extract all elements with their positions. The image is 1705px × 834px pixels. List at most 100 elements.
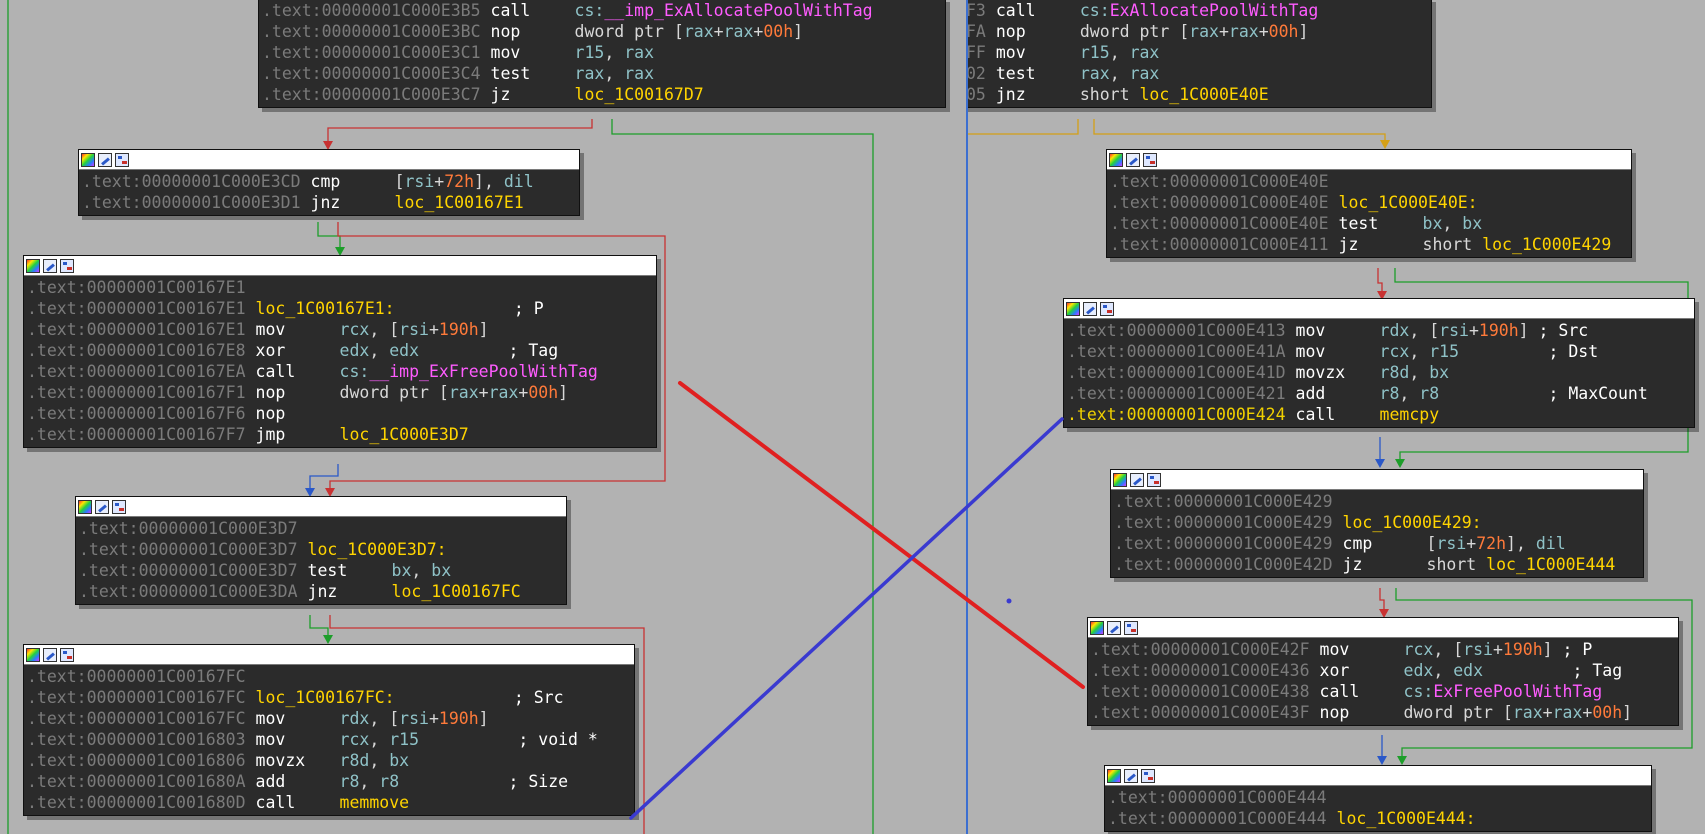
edit-block-icon[interactable]: [98, 152, 112, 167]
code-line[interactable]: .text:00000001C000E40E test bx, bx: [1110, 213, 1628, 234]
operand-token: , [: [369, 320, 400, 339]
code-line[interactable]: .text:00000001C000E3D7 test bx, bx: [79, 560, 563, 581]
graph-view-icon[interactable]: [115, 152, 129, 167]
code-line[interactable]: .text:00000001C000E3B5 call cs:__imp_ExAll…: [262, 0, 942, 21]
code-block-L2[interactable]: .text:00000001C00167E1 .text:00000001C001…: [23, 255, 657, 448]
code-line[interactable]: .text:00000001C000E438 call cs:ExFreePoolW…: [1091, 681, 1675, 702]
code-line[interactable]: .text:00000001C000E444: [1108, 787, 1648, 808]
code-line[interactable]: .text:00000001C000E40E: [1110, 171, 1628, 192]
code-line[interactable]: .text:00000001C00167EA call cs:__imp_ExFre…: [27, 361, 653, 382]
code-line[interactable]: .text:00000001C000E3D1 jnz loc_1C00167E1: [82, 192, 576, 213]
edit-block-icon[interactable]: [1124, 768, 1138, 783]
code-line[interactable]: .text:00000001C000E41D movzx r8d, bx: [1067, 362, 1691, 383]
graph-view-icon[interactable]: [60, 258, 74, 273]
graph-view-icon[interactable]: [1143, 152, 1157, 167]
code-line[interactable]: .text:00000001C000E3D7 loc_1C000E3D7:: [79, 539, 563, 560]
address: .text:00000001C000E3CD: [82, 172, 301, 191]
operand-token: rax: [683, 22, 714, 41]
color-palette-icon[interactable]: [1107, 768, 1121, 783]
graph-view-icon[interactable]: [1124, 620, 1138, 635]
code-line[interactable]: FF mov r15, rax: [968, 42, 1428, 63]
graph-view-icon[interactable]: [1141, 768, 1155, 783]
color-palette-icon[interactable]: [26, 647, 40, 662]
graph-pane-right[interactable]: F3 call cs:ExAllocatePoolWithTag FA nop dword…: [968, 0, 1705, 834]
mnemonic: call: [1319, 682, 1360, 701]
code-line[interactable]: .text:00000001C000E413 mov rdx, [rsi+190h]…: [1067, 320, 1691, 341]
code-line[interactable]: .text:00000001C00167FC mov rdx, [rsi+190h]: [27, 708, 631, 729]
code-line[interactable]: .text:00000001C000E3D7: [79, 518, 563, 539]
code-block-R5[interactable]: .text:00000001C000E444 .text:00000001C000…: [1104, 765, 1652, 832]
code-line[interactable]: .text:00000001C000E3C1 mov r15, rax: [262, 42, 942, 63]
code-line[interactable]: .text:00000001C001680D call memmove: [27, 792, 631, 813]
graph-pane-left[interactable]: .text:00000001C000E3B5 call cs:__imp_ExAll…: [0, 0, 966, 834]
color-palette-icon[interactable]: [81, 152, 95, 167]
code-line[interactable]: .text:00000001C000E3BC nop dword ptr [rax+…: [262, 21, 942, 42]
code-block-R2[interactable]: .text:00000001C000E413 mov rdx, [rsi+190h]…: [1063, 298, 1695, 428]
code-line[interactable]: .text:00000001C00167FC: [27, 666, 631, 687]
edit-block-icon[interactable]: [43, 647, 57, 662]
edit-block-icon[interactable]: [1130, 472, 1144, 487]
code-line[interactable]: .text:00000001C000E42F mov rcx, [rsi+190h]…: [1091, 639, 1675, 660]
code-line[interactable]: F3 call cs:ExAllocatePoolWithTag: [968, 0, 1428, 21]
code-line[interactable]: .text:00000001C000E429: [1114, 491, 1640, 512]
code-line[interactable]: .text:00000001C00167F6 nop: [27, 403, 653, 424]
code-line[interactable]: .text:00000001C00167E1: [27, 277, 653, 298]
code-line[interactable]: .text:00000001C001680A add r8, r8 ; Size: [27, 771, 631, 792]
graph-view-icon[interactable]: [112, 499, 126, 514]
edit-block-icon[interactable]: [95, 499, 109, 514]
code-line[interactable]: .text:00000001C000E429 loc_1C000E429:: [1114, 512, 1640, 533]
code-line[interactable]: .text:00000001C000E436 xor edx, edx ; Tag: [1091, 660, 1675, 681]
color-palette-icon[interactable]: [1109, 152, 1123, 167]
graph-view-icon[interactable]: [60, 647, 74, 662]
code-block-R1[interactable]: .text:00000001C000E40E .text:00000001C000…: [1106, 149, 1632, 258]
code-block-R3[interactable]: .text:00000001C000E429 .text:00000001C000…: [1110, 469, 1644, 578]
code-line[interactable]: .text:00000001C000E444 loc_1C000E444:: [1108, 808, 1648, 829]
code-block-R4[interactable]: .text:00000001C000E42F mov rcx, [rsi+190h]…: [1087, 617, 1679, 726]
code-line[interactable]: .text:00000001C00167E1 loc_1C00167E1: ; P: [27, 298, 653, 319]
code-line[interactable]: .text:00000001C000E42D jz short loc_1C000E…: [1114, 554, 1640, 575]
code-line[interactable]: .text:00000001C00167E1 mov rcx, [rsi+190h]: [27, 319, 653, 340]
color-palette-icon[interactable]: [78, 499, 92, 514]
code-line[interactable]: FA nop dword ptr [rax+rax+00h]: [968, 21, 1428, 42]
code-block-R0[interactable]: F3 call cs:ExAllocatePoolWithTag FA nop dword…: [968, 0, 1432, 108]
code-line[interactable]: .text:00000001C000E3CD cmp [rsi+72h], dil: [82, 171, 576, 192]
code-line[interactable]: .text:00000001C000E411 jz short loc_1C000E…: [1110, 234, 1628, 255]
operand-token: 190h: [1478, 321, 1519, 340]
operand-token: rsi: [1463, 640, 1493, 659]
color-palette-icon[interactable]: [1113, 472, 1127, 487]
code-block-L4[interactable]: .text:00000001C00167FC .text:00000001C001…: [23, 644, 635, 816]
operand-token: short: [1426, 555, 1487, 574]
code-line[interactable]: .text:00000001C0016806 movzx r8d, bx: [27, 750, 631, 771]
code-line[interactable]: .text:00000001C000E41A mov rcx, r15 ; Dst: [1067, 341, 1691, 362]
edit-block-icon[interactable]: [1126, 152, 1140, 167]
code-line[interactable]: .text:00000001C00167F7 jmp loc_1C000E3D7: [27, 424, 653, 445]
code-line[interactable]: .text:00000001C000E421 add r8, r8 ; MaxCou…: [1067, 383, 1691, 404]
code-line[interactable]: 05 jnz short loc_1C000E40E: [968, 84, 1428, 105]
address: F3: [968, 1, 986, 20]
code-block-L1[interactable]: .text:00000001C000E3CD cmp [rsi+72h], dil.…: [78, 149, 580, 216]
code-line[interactable]: .text:00000001C000E429 cmp [rsi+72h], dil: [1114, 533, 1640, 554]
edit-block-icon[interactable]: [1107, 620, 1121, 635]
edge-R0-jnz: [1093, 119, 1386, 140]
color-palette-icon[interactable]: [1066, 301, 1080, 316]
code-line[interactable]: .text:00000001C000E3C4 test rax, rax: [262, 63, 942, 84]
code-line[interactable]: .text:00000001C00167FC loc_1C00167FC: ; S…: [27, 687, 631, 708]
code-block-L0[interactable]: .text:00000001C000E3B5 call cs:__imp_ExAll…: [258, 0, 946, 108]
color-palette-icon[interactable]: [1090, 620, 1104, 635]
code-line[interactable]: 02 test rax, rax: [968, 63, 1428, 84]
graph-view-icon[interactable]: [1100, 301, 1114, 316]
code-line[interactable]: .text:00000001C000E424 call memcpy: [1067, 404, 1691, 425]
graph-view-icon[interactable]: [1147, 472, 1161, 487]
code-line[interactable]: .text:00000001C00167E8 xor edx, edx ; Tag: [27, 340, 653, 361]
code-line[interactable]: .text:00000001C00167F1 nop dword ptr [rax+…: [27, 382, 653, 403]
code-block-L3[interactable]: .text:00000001C000E3D7 .text:00000001C000…: [75, 496, 567, 605]
code-line[interactable]: .text:00000001C000E43F nop dword ptr [rax+…: [1091, 702, 1675, 723]
color-palette-icon[interactable]: [26, 258, 40, 273]
code-line[interactable]: .text:00000001C0016803 mov rcx, r15 ; void…: [27, 729, 631, 750]
code-line[interactable]: .text:00000001C000E3DA jnz loc_1C00167FC: [79, 581, 563, 602]
edit-block-icon[interactable]: [43, 258, 57, 273]
code-line[interactable]: .text:00000001C000E40E loc_1C000E40E:: [1110, 192, 1628, 213]
code-line[interactable]: .text:00000001C000E3C7 jz loc_1C00167D7: [262, 84, 942, 105]
edit-block-icon[interactable]: [1083, 301, 1097, 316]
block-header: [79, 150, 579, 170]
